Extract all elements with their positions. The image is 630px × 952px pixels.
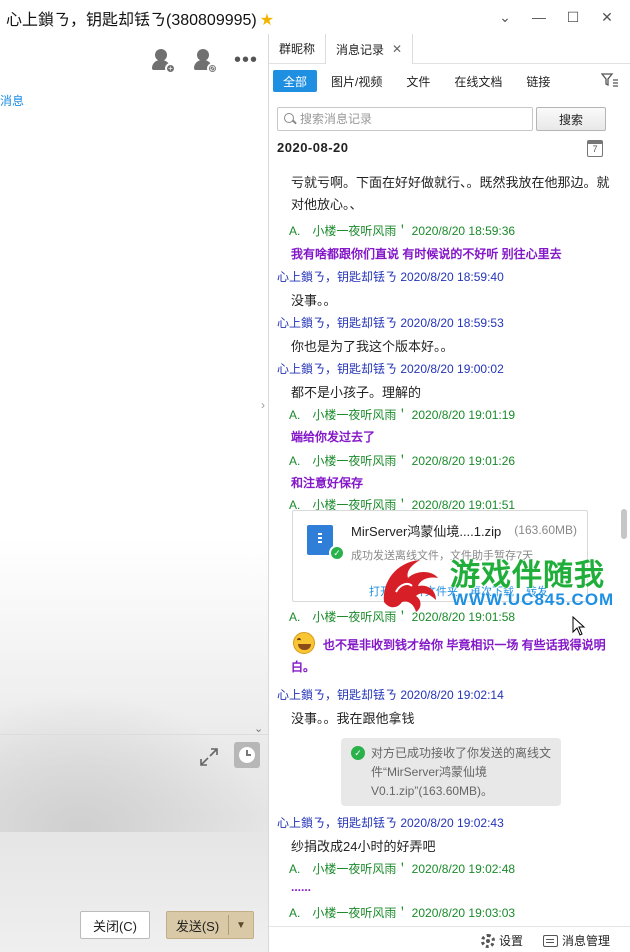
- message-header: 心上鎖ㄋ，钥匙却铥ㄋ 2020/8/20 18:59:53: [277, 316, 504, 330]
- search-button[interactable]: 搜索: [536, 107, 606, 131]
- add-member-icon[interactable]: +: [150, 48, 176, 74]
- search-icon: [278, 108, 300, 130]
- file-name[interactable]: MirServer鸿蒙仙境....1.zip: [351, 521, 501, 540]
- chevron-right-icon[interactable]: ›: [256, 390, 270, 420]
- maximize-icon[interactable]: ☐: [556, 4, 590, 30]
- message-header: 心上鎖ㄋ，钥匙却铥ㄋ 2020/8/20 19:00:02: [277, 362, 504, 376]
- message-header: 心上鎖ㄋ，钥匙却铥ㄋ 2020/8/20 19:02:14: [277, 688, 504, 702]
- forward-link[interactable]: 转发: [526, 583, 548, 599]
- star-icon[interactable]: ★: [260, 12, 274, 29]
- file-actions: 打开 打开文件夹 再次下载 转发: [369, 583, 548, 599]
- check-icon: ✓: [329, 545, 345, 561]
- system-notice-text: 对方已成功接收了你发送的离线文件“MirServer鸿蒙仙境V0.1.zip”(…: [371, 746, 552, 798]
- message-header: A. 小楼一夜听风雨＇ 2020/8/20 19:01:19: [289, 408, 516, 422]
- history-clock-button[interactable]: [234, 742, 260, 768]
- check-icon: ✓: [351, 746, 365, 760]
- settings-label: 设置: [499, 934, 524, 948]
- message-text: 端给你发过去了: [291, 430, 376, 444]
- redownload-link[interactable]: 再次下载: [470, 583, 514, 599]
- tab-group-nickname[interactable]: 群昵称: [269, 33, 325, 63]
- window-title: 心上鎖ㄋ，钥匙却铥ㄋ(380809995) ★: [6, 12, 275, 29]
- message-text: 没事。。: [291, 293, 337, 308]
- expand-icon[interactable]: [198, 746, 220, 768]
- message-text: 你也是为了我这个版本好。。: [291, 339, 454, 354]
- message-manager-button[interactable]: 消息管理: [543, 932, 610, 949]
- message-text: 也不是非收到钱才给你 毕竟相识一场 有些话我得说明白。: [291, 638, 606, 674]
- input-divider: [0, 734, 268, 735]
- open-folder-link[interactable]: 打开文件夹: [403, 583, 458, 599]
- filter-links[interactable]: 链接: [516, 70, 560, 92]
- message-link[interactable]: 消息: [0, 92, 24, 109]
- send-label: 发送(S): [175, 918, 220, 934]
- message-header: A. 小楼一夜听风雨＇ 2020/8/20 19:02:48: [289, 862, 516, 876]
- search-input[interactable]: [300, 112, 532, 126]
- message-header: A. 小楼一夜听风雨＇ 2020/8/20 18:59:36: [289, 224, 516, 238]
- filter-bar: 全部 图片/视频 文件 在线文档 链接: [273, 68, 625, 94]
- message-text: 亏就亏啊。下面在好好做就行、。既然我放在他那边。就对他放心。、: [291, 175, 610, 212]
- file-size: (163.60MB): [514, 523, 577, 537]
- chevron-down-icon[interactable]: ⌄: [488, 4, 522, 30]
- message-header: 心上鎖ㄋ，钥匙却铥ㄋ 2020/8/20 19:02:43: [277, 816, 504, 830]
- file-card[interactable]: ✓ MirServer鸿蒙仙境....1.zip (163.60MB) 成功发送…: [292, 510, 588, 602]
- system-notice: ✓ 对方已成功接收了你发送的离线文件“MirServer鸿蒙仙境V0.1.zip…: [341, 738, 561, 806]
- close-icon[interactable]: ✕: [590, 4, 624, 30]
- minimize-icon[interactable]: —: [522, 4, 556, 30]
- history-tabs: 群昵称 消息记录 ✕: [269, 34, 630, 64]
- more-icon[interactable]: •••: [234, 48, 258, 72]
- message-list: 亏就亏啊。下面在好好做就行、。既然我放在他那边。就对他放心。、 A. 小楼一夜听…: [269, 158, 619, 922]
- search-box: [277, 107, 533, 131]
- background-scenery: [0, 692, 268, 832]
- filter-media[interactable]: 图片/视频: [321, 70, 392, 92]
- filter-docs[interactable]: 在线文档: [444, 70, 512, 92]
- clock-icon: [239, 747, 255, 763]
- title-bar: 心上鎖ㄋ，钥匙却铥ㄋ(380809995) ★ ⌄ — ☐ ✕: [0, 0, 630, 34]
- calendar-icon[interactable]: 7: [587, 140, 603, 157]
- message-text: 纱捐改成24小时的好弄吧: [291, 839, 436, 854]
- message-manager-icon: [543, 934, 558, 947]
- window-controls: ⌄ — ☐ ✕: [488, 4, 624, 30]
- message-header: 心上鎖ㄋ，钥匙却铥ㄋ 2020/8/20 18:59:40: [277, 270, 504, 284]
- message-text: 都不是小孩子。理解的: [291, 385, 422, 400]
- filter-icon[interactable]: [601, 72, 619, 88]
- chat-pane: + ⊘ ••• 消息 ⌄ 关闭(C) 发送(S) ▼: [0, 34, 268, 952]
- send-button[interactable]: 发送(S) ▼: [166, 911, 254, 939]
- close-button[interactable]: 关闭(C): [80, 911, 150, 939]
- date-header: 2020-08-20: [277, 140, 349, 155]
- scrollbar-thumb[interactable]: [621, 509, 627, 539]
- message-text: 没事。。我在跟他拿钱: [291, 711, 415, 726]
- history-footer: 设置 消息管理: [269, 926, 630, 952]
- gear-icon: [481, 933, 495, 948]
- message-header: A. 小楼一夜听风雨＇ 2020/8/20 19:01:26: [289, 454, 516, 468]
- filter-files[interactable]: 文件: [396, 70, 440, 92]
- message-manager-label: 消息管理: [562, 934, 611, 948]
- close-tab-icon[interactable]: ✕: [392, 42, 402, 56]
- message-header: A. 小楼一夜听风雨＇ 2020/8/20 19:01:58: [289, 610, 516, 624]
- message-text: ......: [291, 880, 312, 894]
- history-pane: 群昵称 消息记录✕ 全部 图片/视频 文件 在线文档 链接 搜索 2020-08…: [269, 34, 630, 952]
- open-file-link[interactable]: 打开: [369, 583, 391, 599]
- tab-message-history[interactable]: 消息记录 ✕: [325, 34, 414, 64]
- chat-toolbar: + ⊘ •••: [150, 48, 258, 74]
- message-text: 和注意好保存: [291, 476, 364, 490]
- send-options-icon[interactable]: ▼: [229, 920, 253, 931]
- message-text: 我有啥都跟你们直说 有时候说的不好听 别往心里去: [291, 247, 562, 261]
- file-status: 成功发送离线文件，文件助手暂存7天: [351, 550, 534, 562]
- settings-button[interactable]: 设置: [481, 932, 523, 949]
- filter-all[interactable]: 全部: [273, 70, 318, 92]
- mouse-cursor-icon: [572, 616, 586, 636]
- message-header: A. 小楼一夜听风雨＇ 2020/8/20 19:03:03: [289, 906, 516, 920]
- block-member-icon[interactable]: ⊘: [192, 48, 218, 74]
